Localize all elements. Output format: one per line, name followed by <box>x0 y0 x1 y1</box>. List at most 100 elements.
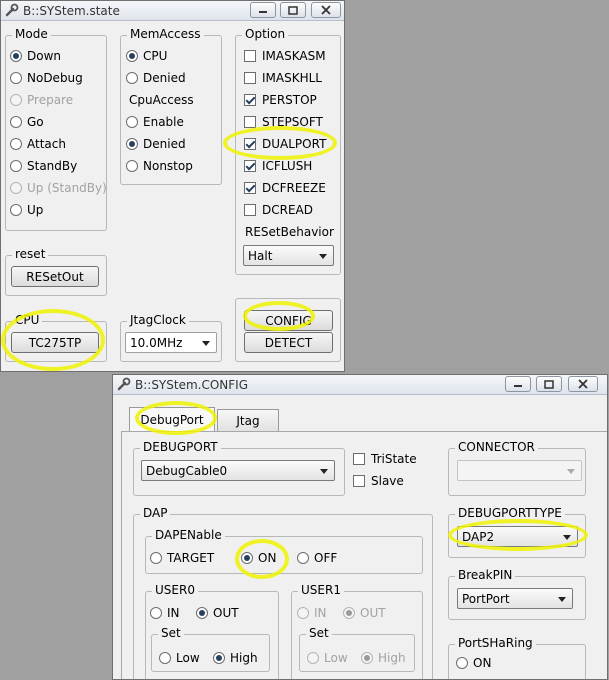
close-icon <box>321 5 331 15</box>
jtagclock-dropdown[interactable]: 10.0MHz <box>125 332 217 353</box>
resetbehavior-label: RESetBehavior <box>245 225 334 239</box>
dapenable-radio-on[interactable]: ON <box>241 551 276 565</box>
checkbox-icon <box>244 182 256 194</box>
radio-icon <box>126 72 138 84</box>
minimize-icon <box>514 385 522 387</box>
user1-radio-label: IN <box>314 606 327 620</box>
user1-set-radio-low[interactable]: Low <box>307 651 348 665</box>
mode-radio-nodebug[interactable]: NoDebug <box>10 71 83 85</box>
cpuaccess-radio-label: Denied <box>143 137 186 151</box>
wrench-icon <box>5 3 19 17</box>
minimize-button[interactable] <box>505 376 531 392</box>
mode-radio-label: Up <box>27 203 44 217</box>
cpuaccess-radio-label: Enable <box>143 115 184 129</box>
option-check-dcfreeze[interactable]: DCFREEZE <box>244 181 326 195</box>
user1-radio-in[interactable]: IN <box>297 606 327 620</box>
user0-set-label: Set <box>158 626 184 640</box>
user0-radio-out[interactable]: OUT <box>196 606 239 620</box>
connector-dropdown[interactable] <box>457 460 582 481</box>
cpu-select-button[interactable]: TC275TP <box>11 332 99 353</box>
option-check-icflush[interactable]: ICFLUSH <box>244 159 312 173</box>
option-check-label: PERSTOP <box>262 93 317 107</box>
resetbehavior-value: Halt <box>248 248 273 263</box>
debugport-dropdown[interactable]: DebugCable0 <box>141 460 335 481</box>
option-check-label: IMASKHLL <box>262 71 322 85</box>
user0-set-radio-low[interactable]: Low <box>159 651 200 665</box>
option-check-stepsoft[interactable]: STEPSOFT <box>244 115 323 129</box>
radio-icon <box>150 607 162 619</box>
mode-radio-up-standby[interactable]: Up (StandBy) <box>10 181 107 195</box>
radio-icon <box>126 50 138 62</box>
mode-radio-standby[interactable]: StandBy <box>10 159 77 173</box>
slave-checkbox[interactable]: Slave <box>353 474 404 488</box>
cpuaccess-label: CpuAccess <box>129 93 194 107</box>
tristate-checkbox[interactable]: TriState <box>353 452 417 466</box>
mode-radio-prepare[interactable]: Prepare <box>10 93 73 107</box>
maximize-button[interactable] <box>536 376 562 392</box>
user1-radio-out[interactable]: OUT <box>343 606 386 620</box>
breakpin-dropdown[interactable]: PortPort <box>457 588 573 609</box>
debugporttype-group-label: DEBUGPORTTYPE <box>455 506 565 520</box>
checkbox-icon <box>244 160 256 172</box>
checkbox-icon <box>244 50 256 62</box>
tab-jtag[interactable]: Jtag <box>217 409 279 431</box>
user1-set-radio-label: Low <box>324 651 348 665</box>
radio-icon <box>10 50 22 62</box>
option-check-dcread[interactable]: DCREAD <box>244 203 313 217</box>
mode-radio-up[interactable]: Up <box>10 203 43 217</box>
chevron-down-icon <box>319 253 327 259</box>
tristate-label: TriState <box>371 452 417 466</box>
radio-icon <box>456 657 468 669</box>
close-button[interactable] <box>311 2 341 18</box>
maximize-icon <box>288 5 298 15</box>
mode-radio-go[interactable]: Go <box>10 115 44 129</box>
option-check-label: DCFREEZE <box>262 181 326 195</box>
resetbehavior-dropdown[interactable]: Halt <box>243 245 334 266</box>
mode-radio-attach[interactable]: Attach <box>10 137 66 151</box>
user0-radio-in[interactable]: IN <box>150 606 180 620</box>
option-check-imaskhll[interactable]: IMASKHLL <box>244 71 322 85</box>
mode-radio-label: Down <box>27 49 62 63</box>
breakpin-group-label: BreakPIN <box>455 568 516 582</box>
resetout-button[interactable]: RESetOut <box>11 266 99 287</box>
radio-icon <box>150 552 162 564</box>
radio-icon <box>10 94 22 106</box>
option-check-label: DUALPORT <box>262 137 327 151</box>
state-titlebar[interactable]: B::SYStem.state <box>1 1 344 21</box>
config-button[interactable]: CONFIG <box>244 310 333 331</box>
option-check-perstop[interactable]: PERSTOP <box>244 93 317 107</box>
memaccess-radio-label: CPU <box>143 49 168 63</box>
jtagclock-value: 10.0MHz <box>130 335 183 350</box>
option-check-dualport[interactable]: DUALPORT <box>244 137 326 151</box>
radio-icon <box>126 160 138 172</box>
cpuaccess-radio-enable[interactable]: Enable <box>126 115 184 129</box>
minimize-button[interactable] <box>250 2 276 18</box>
maximize-icon <box>544 379 554 389</box>
radio-icon <box>10 116 22 128</box>
memaccess-radio-cpu[interactable]: CPU <box>126 49 167 63</box>
mode-radio-down[interactable]: Down <box>10 49 61 63</box>
dapenable-radio-target[interactable]: TARGET <box>150 551 214 565</box>
cpuaccess-radio-denied[interactable]: Denied <box>126 137 186 151</box>
chevron-down-icon <box>563 534 571 540</box>
debugporttype-dropdown[interactable]: DAP2 <box>457 526 578 547</box>
radio-icon <box>213 652 225 664</box>
dapenable-radio-off[interactable]: OFF <box>297 551 337 565</box>
memaccess-radio-denied[interactable]: Denied <box>126 71 186 85</box>
cpuaccess-radio-nonstop[interactable]: Nonstop <box>126 159 193 173</box>
debugporttype-value: DAP2 <box>462 529 495 544</box>
connector-group-label: CONNECTOR <box>455 440 538 454</box>
option-check-imaskasm[interactable]: IMASKASM <box>244 49 326 63</box>
maximize-button[interactable] <box>280 2 306 18</box>
portsharing-radio-on[interactable]: ON <box>456 656 491 670</box>
tab-debugport[interactable]: DebugPort <box>129 407 215 431</box>
user0-set-radio-high[interactable]: High <box>213 651 258 665</box>
mode-radio-label: Up (StandBy) <box>27 181 107 195</box>
option-check-label: STEPSOFT <box>262 115 323 129</box>
user1-set-radio-high[interactable]: High <box>361 651 406 665</box>
close-button[interactable] <box>568 376 598 392</box>
detect-button[interactable]: DETECT <box>244 332 333 353</box>
config-titlebar[interactable]: B::SYStem.CONFIG <box>113 375 607 395</box>
dapenable-radio-label: ON <box>258 551 277 565</box>
user0-set-radio-label: Low <box>176 651 200 665</box>
